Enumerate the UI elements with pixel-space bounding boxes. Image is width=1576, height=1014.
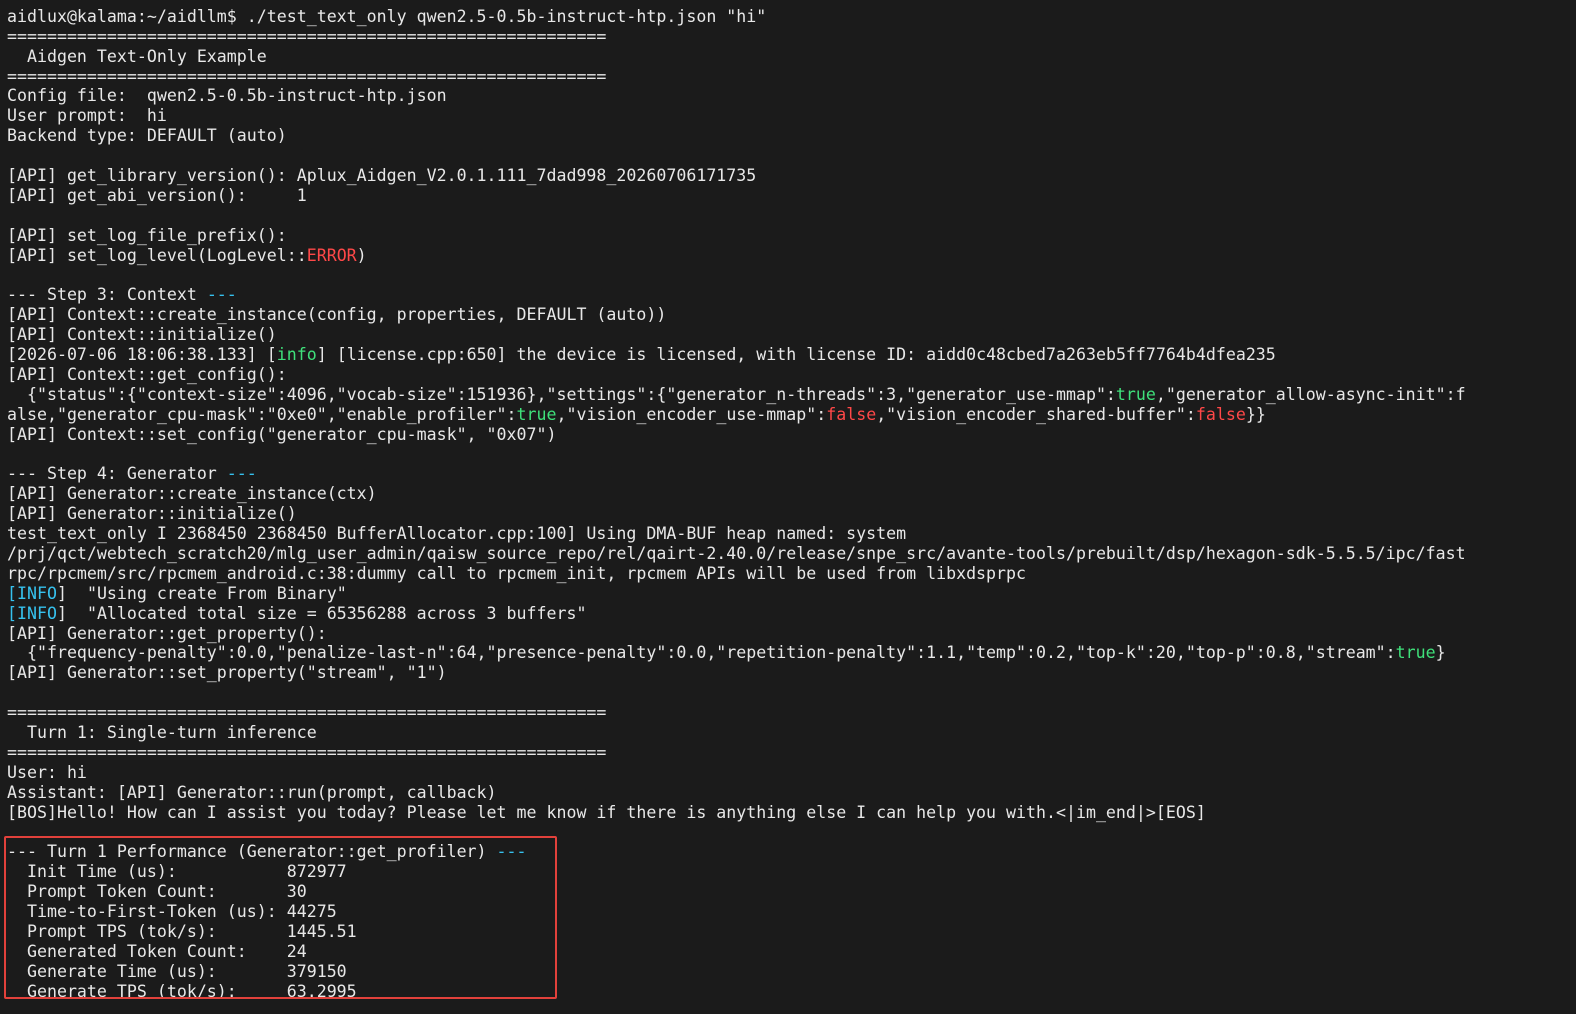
separator-line: ========================================… <box>7 703 607 723</box>
turn1-assistant-line: Assistant: [API] Generator::run(prompt, … <box>7 782 497 802</box>
property-json-text: } <box>1435 643 1446 663</box>
context-initialize-line: [API] Context::initialize() <box>7 325 277 345</box>
config-file-line: Config file: qwen2.5-0.5b-instruct-htp.j… <box>7 86 447 106</box>
perf-generated-token-count: Generated Token Count: 24 <box>7 941 307 961</box>
separator-line: ========================================… <box>7 66 607 86</box>
step3-dashes: --- <box>206 285 237 305</box>
header-title: Aidgen Text-Only Example <box>7 46 267 66</box>
library-version-line: [API] get_library_version(): Aplux_Aidge… <box>7 166 757 186</box>
separator-line: ========================================… <box>7 26 607 46</box>
user-prompt-line: User prompt: hi <box>7 106 167 126</box>
info-tag: INFO <box>17 603 57 623</box>
step4-title-line: --- Step 4: Generator --- <box>7 464 1576 484</box>
license-timestamp: [2026-07-06 18:06:38.133] [ <box>7 345 277 365</box>
performance-title-line: --- Turn 1 Performance (Generator::get_p… <box>7 842 1576 862</box>
perf-generate-time: Generate Time (us): 379150 <box>7 961 347 981</box>
turn1-user-line: User: hi <box>7 762 87 782</box>
log-level-prefix: [API] set_log_level(LogLevel:: <box>7 245 307 265</box>
log-level-suffix: ) <box>356 245 367 265</box>
perf-generate-tps: Generate TPS (tok/s): 63.2995 <box>7 981 357 1001</box>
config-json-text: ,"vision_encoder_shared-buffer": <box>876 404 1196 424</box>
property-json-line: {"frequency-penalty":0.0,"penalize-last-… <box>7 643 1576 663</box>
log-prefix-line: [API] set_log_file_prefix(): <box>7 225 287 245</box>
step3-title-line: --- Step 3: Context --- <box>7 285 1576 305</box>
context-get-config-line: [API] Context::get_config(): <box>7 364 287 384</box>
property-json-text: {"frequency-penalty":0.0,"penalize-last-… <box>7 643 1396 663</box>
config-json-text: }} <box>1245 404 1266 424</box>
info-line-2: [INFO] "Allocated total size = 65356288 … <box>7 604 1576 624</box>
info-line-1: [INFO] "Using create From Binary" <box>7 584 1576 604</box>
config-json-text: ,"generator_allow-async-init":f <box>1155 384 1466 404</box>
config-true-value: true <box>516 404 557 424</box>
perf-init-time: Init Time (us): 872977 <box>7 862 347 882</box>
info-tag: INFO <box>17 583 57 603</box>
info-close-bracket: ] <box>56 583 67 603</box>
log-level-value: ERROR <box>306 245 357 265</box>
separator-line: ========================================… <box>7 742 607 762</box>
context-set-config-line: [API] Context::set_config("generator_cpu… <box>7 424 557 444</box>
perf-prompt-tps: Prompt TPS (tok/s): 1445.51 <box>7 921 357 941</box>
config-false-value: false <box>1195 404 1246 424</box>
turn1-title: Turn 1: Single-turn inference <box>7 722 317 742</box>
scrolled-off-line <box>7 0 1576 7</box>
performance-dashes: --- <box>496 842 527 862</box>
generator-set-property-line: [API] Generator::set_property("stream", … <box>7 663 447 683</box>
log-level-line: [API] set_log_level(LogLevel::ERROR) <box>7 246 1576 266</box>
config-json-text: {"status":{"context-size":4096,"vocab-si… <box>7 384 1116 404</box>
shell-prompt-line: aidlux@kalama:~/aidllm$ ./test_text_only… <box>7 6 767 26</box>
step4-title: --- Step 4: Generator <box>7 464 227 484</box>
performance-title: --- Turn 1 Performance (Generator::get_p… <box>7 842 497 862</box>
buffer-allocator-line: test_text_only I 2368450 2368450 BufferA… <box>7 524 907 544</box>
info-message: "Allocated total size = 65356288 across … <box>66 603 587 623</box>
context-create-line: [API] Context::create_instance(config, p… <box>7 305 667 325</box>
info-open-bracket: [ <box>7 603 17 623</box>
step4-dashes: --- <box>226 464 257 484</box>
generator-create-line: [API] Generator::create_instance(ctx) <box>7 484 377 504</box>
config-true-value: true <box>1115 384 1156 404</box>
info-message: "Using create From Binary" <box>66 583 347 603</box>
config-json-text: ,"vision_encoder_use-mmap": <box>556 404 827 424</box>
turn1-response-line: [BOS]Hello! How can I assist you today? … <box>7 802 1206 822</box>
property-true-value: true <box>1395 643 1436 663</box>
perf-prompt-token-count: Prompt Token Count: 30 <box>7 882 307 902</box>
info-close-bracket: ] <box>56 603 67 623</box>
config-json-line-2: alse,"generator_cpu-mask":"0xe0","enable… <box>7 405 1576 425</box>
step3-title: --- Step 3: Context <box>7 285 207 305</box>
license-info-tag: info <box>276 345 317 365</box>
terminal-window[interactable]: aidlux@kalama:~/aidllm$ ./test_text_only… <box>0 0 1576 1014</box>
abi-version-line: [API] get_abi_version(): 1 <box>7 185 307 205</box>
license-line: [2026-07-06 18:06:38.133] [info] [licens… <box>7 345 1576 365</box>
config-false-value: false <box>826 404 877 424</box>
generator-get-property-line: [API] Generator::get_property(): <box>7 623 327 643</box>
config-json-line-1: {"status":{"context-size":4096,"vocab-si… <box>7 385 1576 405</box>
license-message: ] [license.cpp:650] the device is licens… <box>316 345 1276 365</box>
rpcmem-path-line-2: rpc/rpcmem/src/rpcmem_android.c:38:dummy… <box>7 563 1027 583</box>
info-open-bracket: [ <box>7 583 17 603</box>
rpcmem-path-line-1: /prj/qct/webtech_scratch20/mlg_user_admi… <box>7 543 1466 563</box>
generator-initialize-line: [API] Generator::initialize() <box>7 504 297 524</box>
config-json-text: alse,"generator_cpu-mask":"0xe0","enable… <box>7 404 517 424</box>
backend-type-line: Backend type: DEFAULT (auto) <box>7 126 287 146</box>
perf-time-to-first-token: Time-to-First-Token (us): 44275 <box>7 901 337 921</box>
